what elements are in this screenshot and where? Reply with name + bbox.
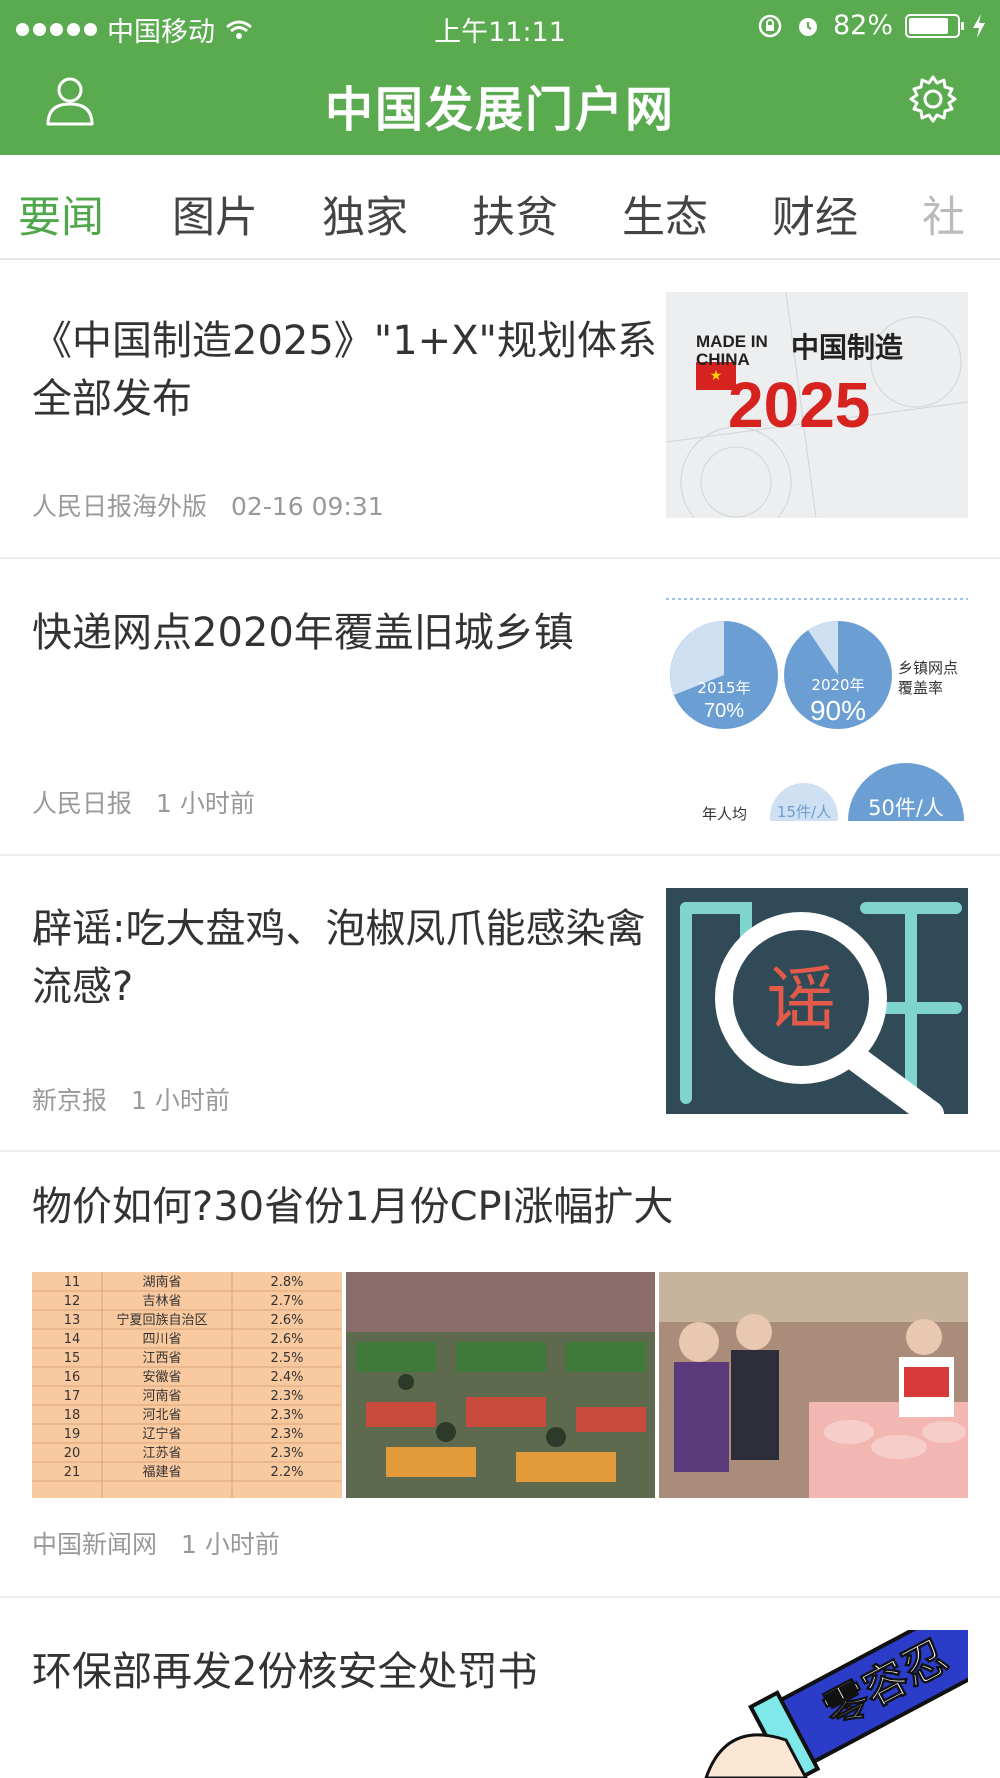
- table-cell: 吉林省: [142, 1294, 181, 1309]
- thumb-text-year: 2025: [728, 369, 870, 441]
- news-image-market[interactable]: [345, 1272, 656, 1498]
- thumb-char: 谣: [766, 958, 836, 1040]
- app-title: 中国发展门户网: [324, 82, 675, 138]
- news-time: 1 小时前: [181, 1530, 280, 1559]
- table-cell: 19: [64, 1427, 81, 1442]
- rotation-lock-icon: [758, 14, 782, 37]
- table-cell: 14: [64, 1332, 81, 1347]
- table-cell: 辽宁省: [142, 1426, 181, 1442]
- tab-yaowen[interactable]: 要闻: [18, 183, 104, 245]
- news-item[interactable]: 快递网点2020年覆盖旧城乡镇 人民日报 1 小时前 2015年 70% 2020…: [0, 559, 1000, 856]
- pie-year-2020: 2020年: [811, 676, 864, 694]
- news-item[interactable]: 《中国制造2025》"1+X"规划体系全部发布 人民日报海外版 02-16 09:…: [0, 262, 1000, 559]
- table-cell: 2.8%: [270, 1275, 303, 1290]
- top-bar: 中国移动 上午11:11 82% 中国发展门户网: [0, 0, 1000, 155]
- news-meta: 新京报 1 小时前: [32, 1081, 230, 1117]
- table-cell: 福建省: [142, 1465, 181, 1480]
- tab-shengtai[interactable]: 生态: [622, 183, 708, 245]
- status-bar: 中国移动 上午11:11 82%: [0, 0, 1000, 50]
- news-source: 新京报: [32, 1086, 108, 1115]
- thumb-text-made-in: MADE IN: [696, 332, 768, 351]
- table-cell: 2.2%: [270, 1465, 303, 1480]
- navbar: 中国发展门户网: [0, 60, 1000, 150]
- bottom-left: 年人均: [702, 805, 747, 821]
- svg-text:★: ★: [710, 368, 723, 384]
- tab-tupian[interactable]: 图片: [172, 183, 258, 245]
- table-cell: 11: [64, 1275, 81, 1290]
- news-image-table[interactable]: 11 湖南省 2.8% 12 吉林省 2.7% 13 宁夏回族自治区 2.6% 14 四川省 2.6%…: [32, 1272, 342, 1498]
- table-cell: 河北省: [142, 1408, 181, 1423]
- charging-bolt-icon: [973, 13, 985, 38]
- news-meta: 人民日报 1 小时前: [32, 784, 255, 820]
- news-thumbnail[interactable]: 谣: [666, 888, 968, 1114]
- table-cell: 河南省: [142, 1388, 181, 1404]
- thumb-text-cn: 中国制造: [791, 331, 903, 364]
- pie-value-2015: 70%: [704, 700, 744, 722]
- news-source: 人民日报: [32, 789, 133, 818]
- news-meta: 中国新闻网 1 小时前: [32, 1525, 280, 1561]
- news-image-butcher[interactable]: [659, 1272, 969, 1498]
- news-time: 1 小时前: [156, 789, 255, 818]
- news-thumbnail[interactable]: 2015年 70% 2020年 90% 乡镇网点覆盖率 15件/人 50件/人 …: [666, 595, 968, 821]
- table-cell: 2.6%: [270, 1313, 303, 1328]
- news-time: 1 小时前: [131, 1086, 230, 1115]
- news-image-row: 11 湖南省 2.8% 12 吉林省 2.7% 13 宁夏回族自治区 2.6% 14 四川省 2.6%…: [32, 1272, 969, 1498]
- news-feed: 《中国制造2025》"1+X"规划体系全部发布 人民日报海外版 02-16 09:…: [0, 262, 1000, 1778]
- bottom-right: 50件/人: [868, 796, 944, 820]
- news-title[interactable]: 快递网点2020年覆盖旧城乡镇: [32, 604, 662, 662]
- table-cell: 2.4%: [270, 1370, 303, 1385]
- news-meta: 人民日报海外版 02-16 09:31: [32, 487, 384, 523]
- thumb-text-china: CHINA: [696, 350, 750, 369]
- news-thumbnail[interactable]: ★ MADE IN CHINA 中国制造 2025: [666, 292, 968, 518]
- table-cell: 江苏省: [142, 1445, 181, 1461]
- news-item[interactable]: 物价如何?30省份1月份CPI涨幅扩大 11 湖南省 2.8% 12 吉林省 2.7% 13…: [0, 1152, 1000, 1598]
- news-title[interactable]: 环保部再发2份核安全处罚书: [32, 1643, 662, 1701]
- table-cell: 2.3%: [270, 1427, 303, 1442]
- table-cell: 12: [64, 1294, 81, 1309]
- news-title[interactable]: 辟谣:吃大盘鸡、泡椒凤爪能感染禽流感?: [32, 900, 662, 1016]
- table-cell: 2.3%: [270, 1408, 303, 1423]
- news-source: 中国新闻网: [32, 1530, 158, 1559]
- battery-percent: 82%: [832, 10, 893, 41]
- pie-value-2020: 90%: [810, 695, 866, 726]
- pie-legend: 乡镇网点覆盖率: [898, 659, 958, 697]
- alarm-icon: [798, 17, 817, 36]
- table-cell: 2.7%: [270, 1294, 303, 1309]
- news-thumbnail[interactable]: 零容忍: [666, 1630, 968, 1778]
- news-source: 人民日报海外版: [32, 492, 208, 521]
- news-item[interactable]: 环保部再发2份核安全处罚书 零容忍: [0, 1598, 1000, 1778]
- tab-dujia[interactable]: 独家: [322, 183, 408, 245]
- tab-fupin[interactable]: 扶贫: [472, 183, 558, 245]
- table-cell: 湖南省: [142, 1274, 181, 1290]
- table-cell: 2.5%: [270, 1351, 303, 1366]
- tab-she[interactable]: 社: [922, 183, 965, 245]
- table-cell: 2.6%: [270, 1332, 303, 1347]
- table-cell: 安徽省: [142, 1370, 181, 1385]
- news-time: 02-16 09:31: [231, 492, 384, 521]
- bottom-mid: 15件/人: [777, 803, 831, 821]
- category-tabs: 要闻 图片 独家 扶贫 生态 财经 社: [0, 155, 1000, 260]
- table-cell: 15: [64, 1351, 81, 1366]
- table-cell: 18: [64, 1408, 81, 1423]
- news-item[interactable]: 辟谣:吃大盘鸡、泡椒凤爪能感染禽流感? 新京报 1 小时前 谣: [0, 856, 1000, 1152]
- news-title[interactable]: 《中国制造2025》"1+X"规划体系全部发布: [32, 312, 662, 428]
- table-cell: 四川省: [142, 1332, 181, 1347]
- table-cell: 17: [64, 1389, 81, 1404]
- table-cell: 20: [64, 1446, 81, 1461]
- table-cell: 16: [64, 1370, 81, 1385]
- settings-gear-icon[interactable]: [906, 72, 960, 126]
- tab-caijing[interactable]: 财经: [772, 183, 858, 245]
- table-cell: 2.3%: [270, 1389, 303, 1404]
- table-cell: 江西省: [142, 1351, 181, 1366]
- battery-icon: [905, 13, 964, 38]
- table-cell: 21: [64, 1465, 81, 1480]
- pie-year-2015: 2015年: [697, 679, 750, 697]
- table-cell: 宁夏回族自治区: [116, 1312, 207, 1328]
- table-cell: 2.3%: [270, 1446, 303, 1461]
- table-cell: 13: [64, 1313, 81, 1328]
- news-title[interactable]: 物价如何?30省份1月份CPI涨幅扩大: [32, 1178, 932, 1236]
